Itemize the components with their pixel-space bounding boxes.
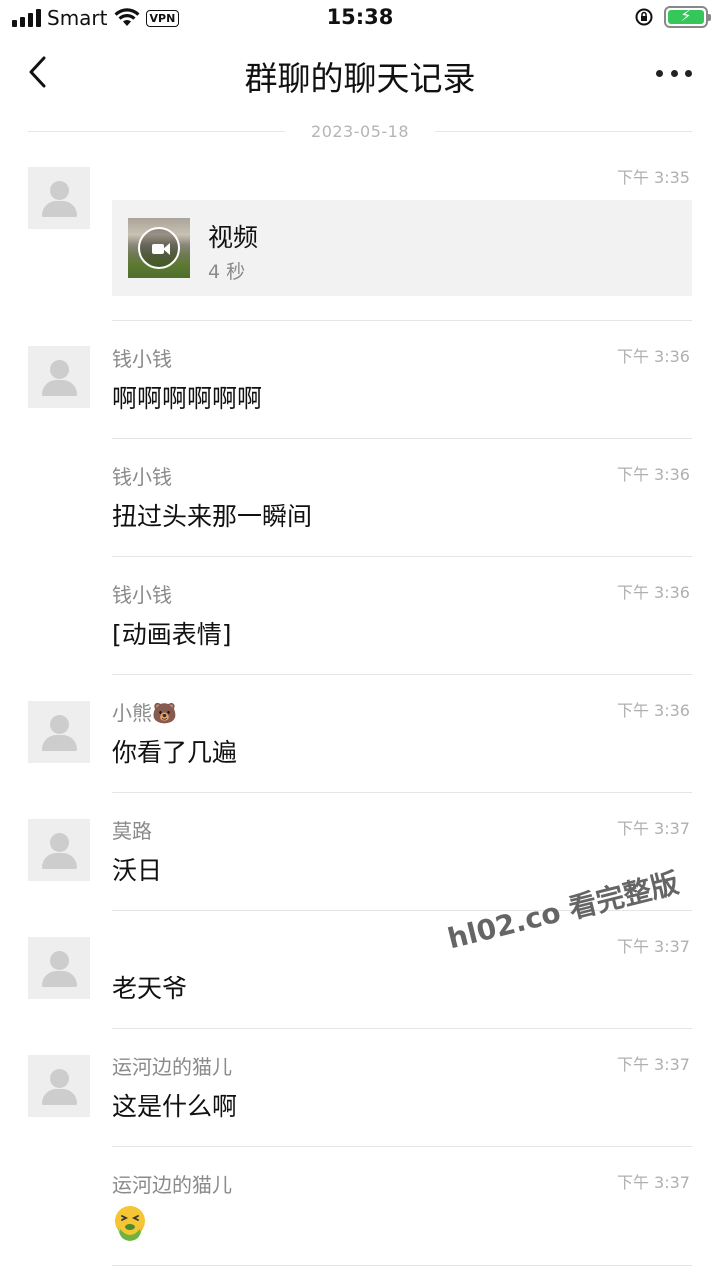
message-time: 下午 3:37 bbox=[616, 1173, 690, 1192]
status-bar: Smart VPN 15:38 ⚡ bbox=[0, 0, 720, 36]
message-time: 下午 3:35 bbox=[616, 168, 690, 187]
message-separator bbox=[112, 1028, 692, 1029]
sender-name: 运河边的猫儿 bbox=[112, 1173, 232, 1197]
message-separator bbox=[112, 792, 692, 793]
message-time: 下午 3:36 bbox=[616, 583, 690, 602]
divider-line bbox=[435, 130, 693, 132]
message-separator bbox=[112, 1146, 692, 1147]
battery-icon: ⚡ bbox=[664, 6, 711, 28]
divider-line bbox=[28, 130, 286, 132]
video-camera-lens bbox=[163, 243, 170, 255]
message-separator bbox=[112, 320, 692, 321]
video-duration: 4 秒 bbox=[208, 261, 246, 283]
video-message-card[interactable]: 视频 4 秒 bbox=[112, 200, 692, 296]
more-button[interactable] bbox=[652, 56, 696, 90]
message-separator bbox=[112, 556, 692, 557]
sender-name: 钱小钱 bbox=[112, 465, 172, 489]
more-horizontal-icon bbox=[656, 69, 663, 77]
message-text: 扭过头来那一瞬间 bbox=[112, 502, 313, 531]
message-text: 老天爷 bbox=[112, 974, 188, 1003]
avatar[interactable] bbox=[28, 701, 90, 763]
message-separator bbox=[112, 438, 692, 439]
sender-name: 小熊🐻 bbox=[112, 701, 177, 725]
avatar[interactable] bbox=[28, 346, 90, 408]
message-separator bbox=[112, 1265, 692, 1266]
message-time: 下午 3:36 bbox=[616, 465, 690, 484]
sender-name: 钱小钱 bbox=[112, 347, 172, 371]
more-dot bbox=[685, 69, 692, 77]
message-text: 这是什么啊 bbox=[112, 1092, 238, 1121]
vomiting-face-icon bbox=[115, 1206, 145, 1241]
avatar[interactable] bbox=[28, 937, 90, 999]
message-text: 你看了几遍 bbox=[112, 738, 238, 767]
sender-name: 钱小钱 bbox=[112, 583, 172, 607]
video-thumbnail bbox=[128, 218, 190, 278]
message-text: [动画表情] bbox=[112, 620, 232, 649]
nav-bar: 群聊的聊天记录 bbox=[0, 40, 720, 106]
avatar[interactable] bbox=[28, 167, 90, 229]
sender-name: 运河边的猫儿 bbox=[112, 1055, 232, 1079]
message-time: 下午 3:37 bbox=[616, 937, 690, 956]
status-right: ⚡ bbox=[634, 6, 711, 28]
page-title: 群聊的聊天记录 bbox=[244, 59, 476, 98]
message-time: 下午 3:37 bbox=[616, 1055, 690, 1074]
orientation-lock-icon bbox=[635, 8, 653, 26]
video-play-icon bbox=[138, 227, 180, 269]
message-time: 下午 3:36 bbox=[616, 701, 690, 720]
more-dot bbox=[670, 69, 678, 77]
sender-name: 莫路 bbox=[112, 819, 152, 843]
message-separator bbox=[112, 674, 692, 675]
date-label: 2023-05-18 bbox=[311, 121, 409, 141]
message-time: 下午 3:36 bbox=[616, 347, 690, 366]
message-text: 啊啊啊啊啊啊 bbox=[112, 384, 263, 413]
status-time: 15:38 bbox=[326, 5, 394, 29]
message-text: 沃日 bbox=[112, 856, 163, 885]
avatar[interactable] bbox=[28, 1055, 90, 1117]
message-time: 下午 3:37 bbox=[616, 819, 690, 838]
date-divider: 2023-05-18 bbox=[28, 118, 693, 144]
avatar[interactable] bbox=[28, 819, 90, 881]
charging-bolt-icon: ⚡ bbox=[680, 6, 692, 25]
video-title: 视频 bbox=[208, 223, 259, 252]
